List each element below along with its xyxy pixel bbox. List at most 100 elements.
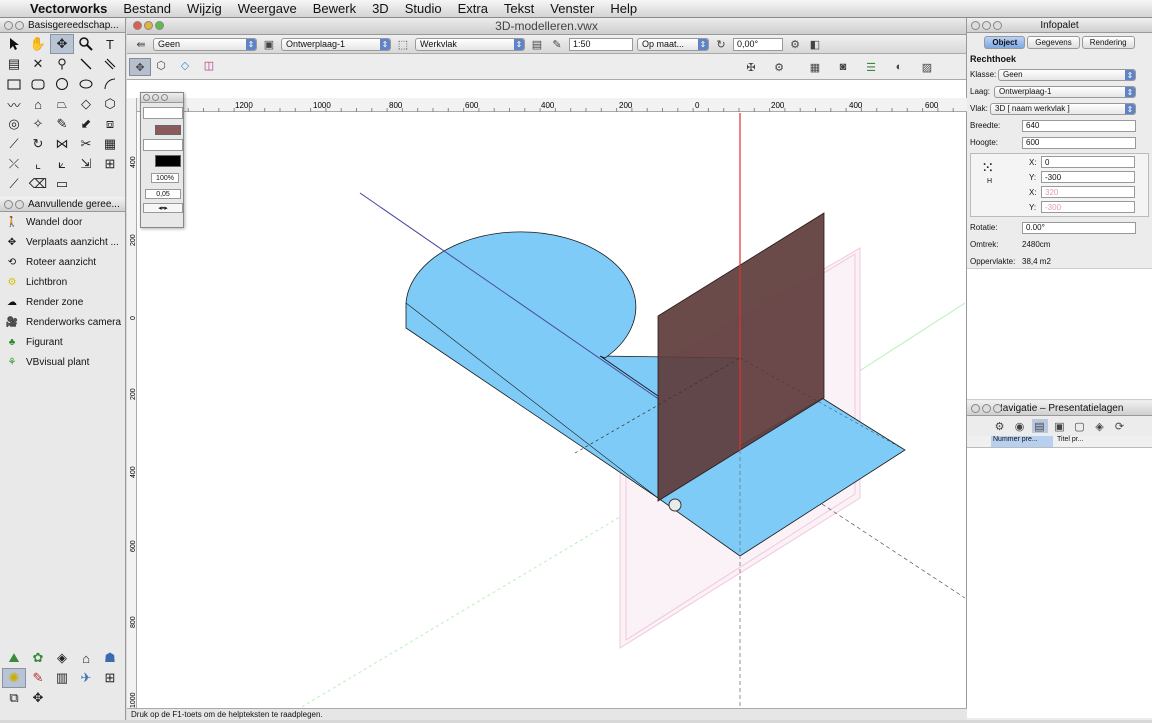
menu-bewerk[interactable]: Bewerk: [305, 1, 364, 16]
attributes-titlebar[interactable]: [141, 93, 183, 103]
fillet-tool-icon[interactable]: ⌞: [26, 154, 50, 174]
x2-field[interactable]: 320: [1041, 186, 1135, 198]
window-controls[interactable]: [133, 21, 164, 30]
grid-snap-icon[interactable]: ▦: [807, 60, 823, 74]
pen-style-select[interactable]: [143, 139, 183, 151]
freehand-tool-icon[interactable]: 〰: [2, 94, 26, 114]
hatch-tool-icon[interactable]: ▦: [98, 134, 122, 154]
drawing-canvas[interactable]: [137, 113, 965, 713]
connect-tool-icon[interactable]: ⟋: [2, 134, 26, 154]
obj-info-titlebar[interactable]: Infopalet: [967, 18, 1152, 33]
window-controls[interactable]: [971, 21, 1002, 30]
basic-palette-titlebar[interactable]: Basisgereedschap...: [0, 18, 125, 33]
line-tool-icon[interactable]: [74, 54, 98, 74]
screen-plane-icon[interactable]: ◫: [201, 58, 217, 72]
tool-light-source[interactable]: ⚙ Lichtbron: [0, 272, 125, 292]
menu-tekst[interactable]: Tekst: [496, 1, 542, 16]
dimension-tools-icon[interactable]: ▥: [50, 668, 74, 688]
pan-tool-icon[interactable]: ✋: [26, 34, 50, 54]
text-tool-icon[interactable]: T: [98, 34, 122, 54]
settings-gear-icon[interactable]: ⚙: [771, 60, 787, 74]
tab-data[interactable]: Gegevens: [1027, 36, 1080, 49]
app-menu[interactable]: Vectorworks: [22, 1, 115, 16]
reshape-tool-icon[interactable]: ⬋: [74, 114, 98, 134]
mirror-tool-icon[interactable]: ⋈: [50, 134, 74, 154]
spiral-tool-icon[interactable]: ◎: [2, 114, 26, 134]
polygon-tool-icon[interactable]: ⏢: [50, 94, 74, 114]
working-plane-icon[interactable]: ◇: [177, 58, 193, 72]
rectangle-tool-icon[interactable]: [2, 74, 26, 94]
slope-tool-icon[interactable]: ⟋: [2, 174, 26, 194]
nav-views-icon[interactable]: ▣: [1052, 419, 1068, 433]
tool-set-titlebar[interactable]: Aanvullende geree...: [0, 197, 125, 212]
window-controls[interactable]: [4, 199, 24, 209]
locus-tool-icon[interactable]: ⚲: [50, 54, 74, 74]
menu-3d[interactable]: 3D: [364, 1, 397, 16]
visualization-tools-icon[interactable]: ✺: [2, 668, 26, 688]
dimension-tool-icon[interactable]: ⊞: [98, 154, 122, 174]
eyedropper-tool-icon[interactable]: ✎: [50, 114, 74, 134]
menu-extra[interactable]: Extra: [450, 1, 496, 16]
rounded-rectangle-tool-icon[interactable]: [26, 74, 50, 94]
layers-icon[interactable]: ☰: [863, 60, 879, 74]
menu-help[interactable]: Help: [602, 1, 645, 16]
rotate-tool-icon[interactable]: ↻: [26, 134, 50, 154]
nav-col-number[interactable]: Nummer pre...: [991, 436, 1053, 447]
plane-select[interactable]: Werkvlak: [415, 37, 525, 51]
klasse-select[interactable]: Geen: [998, 68, 1136, 81]
regular-polygon-tool-icon[interactable]: ⬡: [98, 94, 122, 114]
y-field[interactable]: -300: [1041, 171, 1135, 183]
tool-figure[interactable]: ♣ Figurant: [0, 332, 125, 352]
annotation-tools-icon[interactable]: ⊞: [98, 668, 122, 688]
architect-tools-icon[interactable]: ⧉: [2, 688, 26, 708]
machine-tools-icon[interactable]: ✈: [74, 668, 98, 688]
x-tool-icon[interactable]: ✕: [26, 54, 50, 74]
nav-sheets-icon[interactable]: ▤: [1031, 419, 1048, 433]
eraser-tool-icon[interactable]: ⌫: [26, 174, 50, 194]
window-controls[interactable]: [971, 404, 1002, 413]
flyover-tool-icon[interactable]: ✥: [50, 34, 74, 54]
clip-tool-icon[interactable]: ⧈: [98, 114, 122, 134]
tab-render[interactable]: Rendering: [1081, 36, 1135, 49]
render-mode-icon[interactable]: ⚙: [787, 37, 803, 51]
nav-classes-icon[interactable]: ⚙: [992, 419, 1008, 433]
lineweight-field[interactable]: 0,05: [145, 189, 181, 199]
contrast-icon[interactable]: ◐: [891, 60, 907, 74]
site-tools-icon[interactable]: ⛰: [2, 648, 26, 668]
anchor-point-icon[interactable]: ⁙: [981, 158, 994, 178]
chamfer-tool-icon[interactable]: ⟀: [50, 154, 74, 174]
vlak-select[interactable]: 3D [ naam werkvlak ]: [990, 102, 1136, 115]
landscape-tools-icon[interactable]: ✿: [26, 648, 50, 668]
menu-weergave[interactable]: Weergave: [230, 1, 305, 16]
class-options-icon[interactable]: ▣: [261, 37, 277, 51]
cube-view-icon[interactable]: ⬡: [153, 58, 169, 72]
double-polygon-tool-icon[interactable]: ◇: [74, 94, 98, 114]
flyover-mode-icon[interactable]: ✥: [129, 58, 151, 76]
arc-tool-icon[interactable]: [98, 74, 122, 94]
menu-studio[interactable]: Studio: [397, 1, 450, 16]
camera-view-icon[interactable]: ◙: [835, 60, 851, 74]
selection-tool-icon[interactable]: [2, 34, 26, 54]
zoom-tool-icon[interactable]: [74, 34, 98, 54]
nav-col-title[interactable]: Titel pr...: [1053, 436, 1113, 447]
pen-color-swatch[interactable]: [155, 155, 181, 167]
3d-tools-icon[interactable]: ◈: [50, 648, 74, 668]
opacity-field[interactable]: 100%: [151, 173, 179, 183]
view-select[interactable]: Op maat...: [637, 37, 709, 51]
angle-field[interactable]: 0,00°: [733, 37, 783, 51]
menu-wijzig[interactable]: Wijzig: [179, 1, 230, 16]
document-titlebar[interactable]: 3D-modelleren.vwx: [127, 18, 966, 35]
stamp-tool-icon[interactable]: ▭: [50, 174, 74, 194]
nav-titlebar[interactable]: Navigatie – Presentatielagen: [967, 401, 1152, 416]
misc-tools-icon[interactable]: ✥: [26, 688, 50, 708]
arrowheads-select[interactable]: ◂▪▸: [143, 203, 183, 213]
oval-tool-icon[interactable]: [74, 74, 98, 94]
satellite-icon[interactable]: ✠: [743, 60, 759, 74]
fill-style-select[interactable]: [143, 107, 183, 119]
layer-select[interactable]: Ontwerplaag-1: [281, 37, 391, 51]
fill-color-swatch[interactable]: [155, 125, 181, 135]
furniture-tools-icon[interactable]: ☗: [98, 648, 122, 668]
rotate-plan-icon[interactable]: ↻: [713, 37, 729, 51]
tool-render-zone[interactable]: ☁ Render zone: [0, 292, 125, 312]
x-field[interactable]: 0: [1041, 156, 1135, 168]
